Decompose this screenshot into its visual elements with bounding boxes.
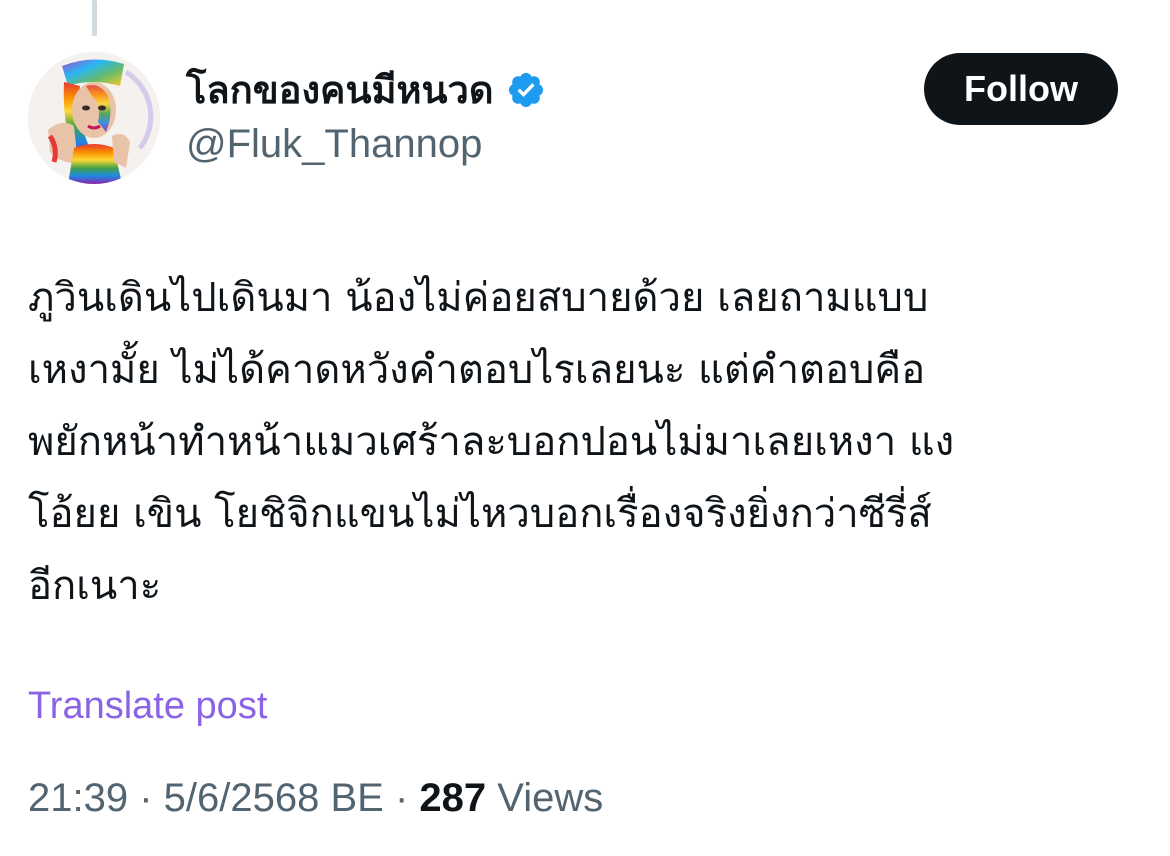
translate-post-link[interactable]: Translate post bbox=[28, 680, 267, 732]
meta-separator: · bbox=[128, 776, 164, 820]
author-display-name[interactable]: โลกของคนมีหนวด bbox=[186, 62, 494, 118]
post-metadata: 21:39 · 5/6/2568 BE · 287 Views bbox=[28, 770, 603, 826]
meta-separator: · bbox=[383, 776, 420, 820]
post-time[interactable]: 21:39 bbox=[28, 776, 128, 820]
post-text-line: ภูวินเดินไปเดินมา น้องไม่ค่อยสบายด้วย เล… bbox=[28, 275, 929, 321]
verified-badge-icon[interactable] bbox=[506, 70, 546, 110]
avatar-image bbox=[28, 52, 160, 184]
post-text-line: โอ้ยย เขิน โยชิจิกแขนไม่ไหวบอกเรื่องจริง… bbox=[28, 491, 932, 537]
post-text-line: เหงามั้ย ไม่ได้คาดหวังคำตอบไรเลยนะ แต่คำ… bbox=[28, 347, 926, 393]
views-label: Views bbox=[486, 776, 604, 820]
follow-button[interactable]: Follow bbox=[924, 53, 1118, 125]
post-text-line: พยักหน้าทำหน้าแมวเศร้าละบอกปอนไม่มาเลยเห… bbox=[28, 419, 955, 465]
post-text: ภูวินเดินไปเดินมา น้องไม่ค่อยสบายด้วย เล… bbox=[28, 262, 1148, 622]
author-name-row: โลกของคนมีหนวด bbox=[186, 62, 546, 118]
avatar[interactable] bbox=[28, 52, 160, 184]
author-handle[interactable]: @Fluk_Thannop bbox=[186, 118, 482, 170]
post-date[interactable]: 5/6/2568 BE bbox=[164, 776, 384, 820]
post-text-line: อีกเนาะ bbox=[28, 563, 162, 609]
thread-connector-line bbox=[92, 0, 97, 36]
views-count: 287 bbox=[419, 776, 487, 820]
